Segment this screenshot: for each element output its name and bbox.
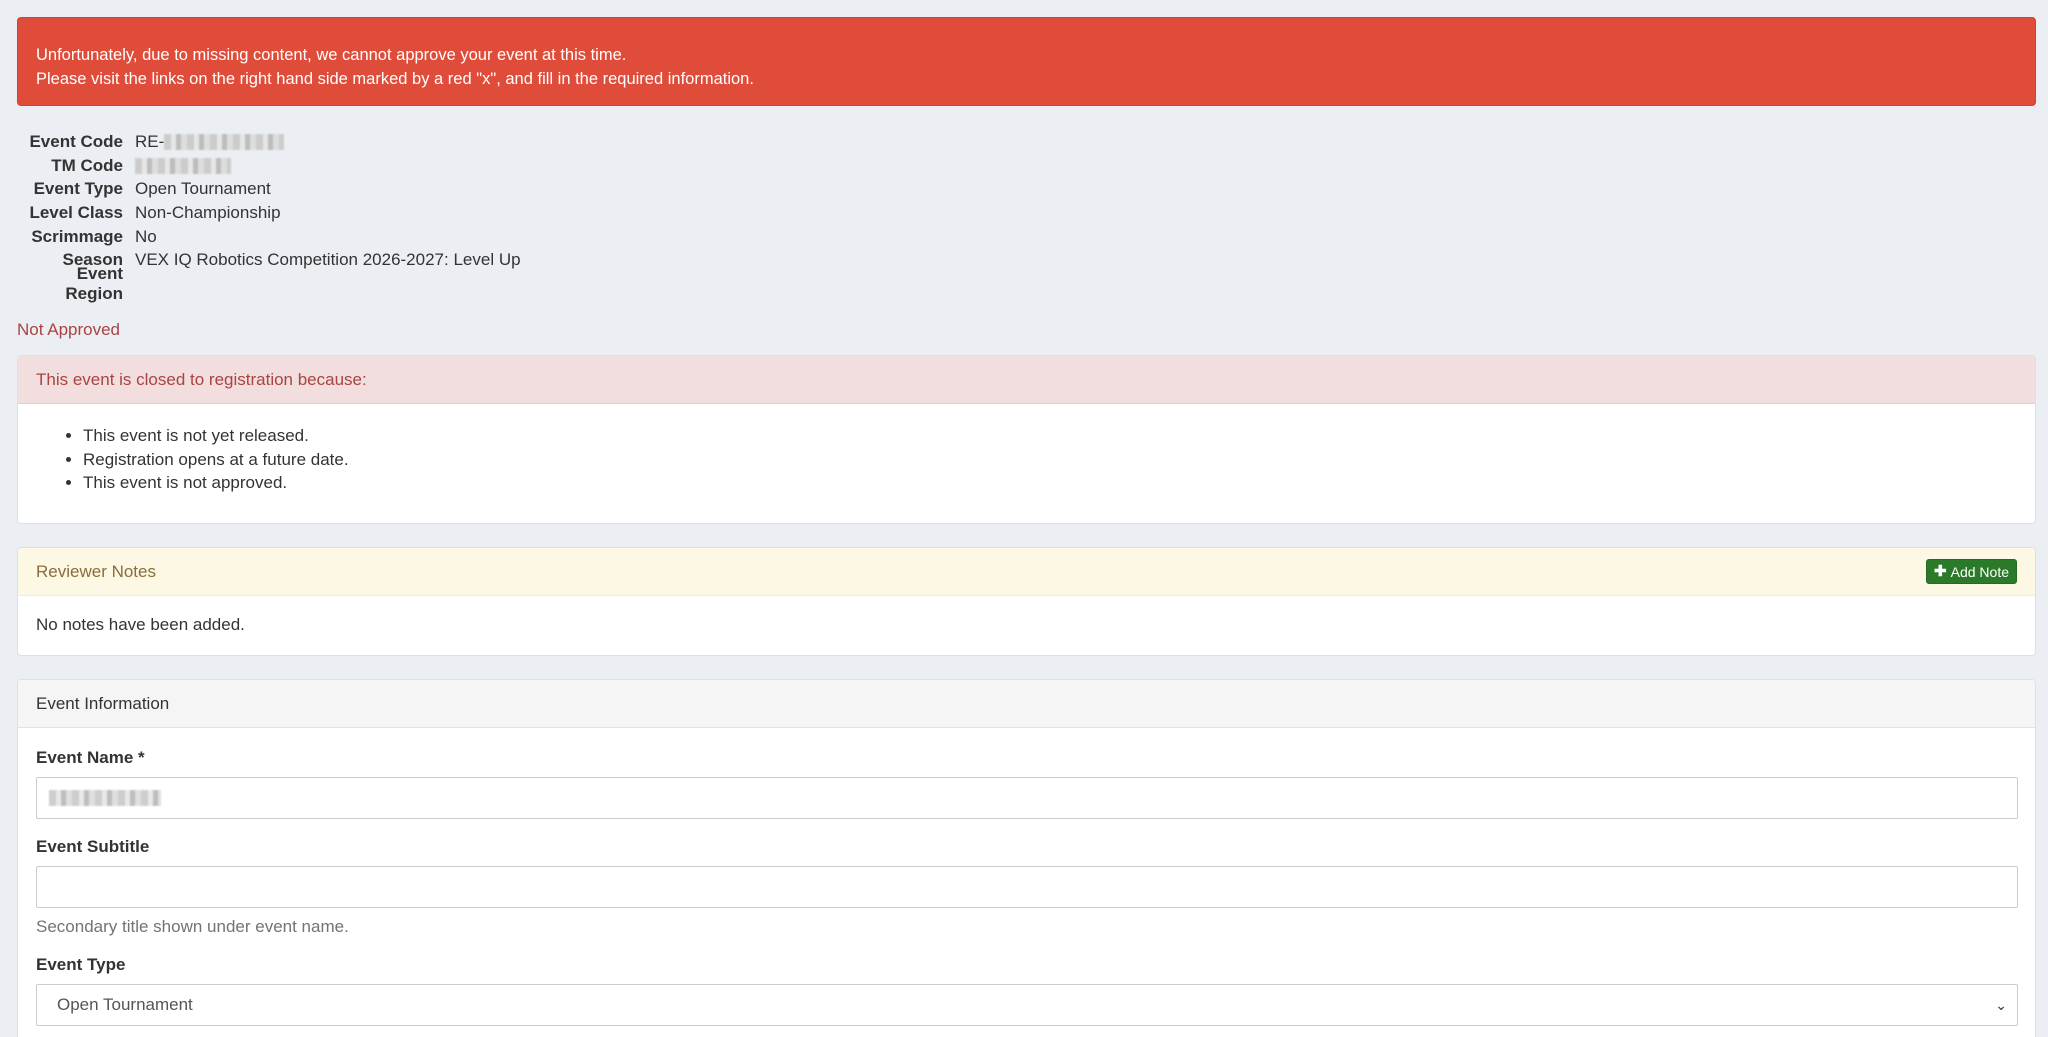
scrimmage-row: Scrimmage No (17, 225, 521, 249)
add-note-button[interactable]: ✚ Add Note (1926, 559, 2017, 584)
chevron-down-icon: ⌄ (1995, 996, 2007, 1013)
event-subtitle-help: Secondary title shown under event name. (36, 917, 349, 936)
event-information-title: Event Information (36, 693, 170, 713)
level-class-value: Non-Championship (135, 202, 281, 222)
event-code-prefix: RE- (135, 131, 165, 151)
missing-content-alert: Unfortunately, due to missing content, w… (17, 17, 2036, 106)
redacted-event-code (164, 134, 285, 151)
alert-line-2: Please visit the links on the right hand… (36, 70, 754, 88)
tm-code-row: TM Code (17, 154, 521, 178)
event-code-row: Event Code RE- (17, 130, 521, 154)
level-class-row: Level Class Non-Championship (17, 201, 521, 225)
level-class-label: Level Class (29, 202, 123, 222)
event-type-select-label: Event Type (36, 955, 126, 974)
event-subtitle-label: Event Subtitle (36, 837, 150, 856)
list-item: This event is not yet released. (83, 424, 2035, 448)
event-code-value: RE- (135, 131, 285, 152)
season-value: VEX IQ Robotics Competition 2026-2027: L… (135, 250, 521, 270)
event-type-label: Event Type (33, 179, 123, 199)
event-type-selected: Open Tournament (57, 995, 193, 1014)
event-information-heading: Event Information (18, 680, 2035, 728)
event-subtitle-input[interactable] (36, 866, 2018, 908)
event-name-input[interactable] (36, 777, 2018, 819)
closed-reasons-list: This event is not yet released. Registra… (18, 404, 2035, 495)
tm-code-label: TM Code (51, 155, 123, 175)
closed-registration-heading: This event is closed to registration bec… (18, 356, 2035, 404)
redacted-tm-code (135, 158, 231, 175)
closed-registration-title: This event is closed to registration bec… (36, 369, 367, 389)
reviewer-notes-heading: Reviewer Notes ✚ Add Note (18, 548, 2035, 596)
event-code-label: Event Code (29, 131, 123, 151)
event-type-value: Open Tournament (135, 179, 271, 199)
reviewer-notes-title: Reviewer Notes (36, 561, 156, 581)
add-note-label: Add Note (1950, 563, 2009, 580)
scrimmage-value: No (135, 226, 157, 246)
event-information-form: Event Name * Event Subtitle Secondary ti… (18, 728, 2035, 1026)
reviewer-notes-panel: Reviewer Notes ✚ Add Note No notes have … (17, 547, 2036, 656)
event-subtitle-group: Event Subtitle Secondary title shown und… (36, 837, 2018, 937)
event-region-label: Event Region (65, 263, 123, 303)
list-item: Registration opens at a future date. (83, 448, 2035, 472)
plus-icon: ✚ (1934, 563, 1947, 580)
redacted-event-name (49, 790, 161, 806)
alert-line-1: Unfortunately, due to missing content, w… (36, 46, 627, 64)
approval-status: Not Approved (17, 320, 121, 339)
tm-code-value (135, 156, 231, 176)
event-name-label: Event Name * (36, 748, 145, 767)
scrimmage-label: Scrimmage (31, 226, 123, 246)
event-type-select[interactable]: Open Tournament ⌄ (36, 984, 2018, 1026)
reviewer-notes-empty: No notes have been added. (36, 615, 245, 634)
event-region-row: Event Region (17, 264, 521, 303)
event-type-row: Event Type Open Tournament (17, 177, 521, 201)
event-page: Unfortunately, due to missing content, w… (0, 0, 2048, 1037)
event-name-group: Event Name * (36, 748, 2018, 819)
closed-registration-panel: This event is closed to registration bec… (17, 355, 2036, 524)
event-summary: Event Code RE- TM Code Event Type Open T… (17, 130, 521, 303)
list-item: This event is not approved. (83, 471, 2035, 495)
event-type-group: Event Type Open Tournament ⌄ (36, 955, 2018, 1026)
event-information-panel: Event Information Event Name * Event Sub… (17, 679, 2036, 1037)
